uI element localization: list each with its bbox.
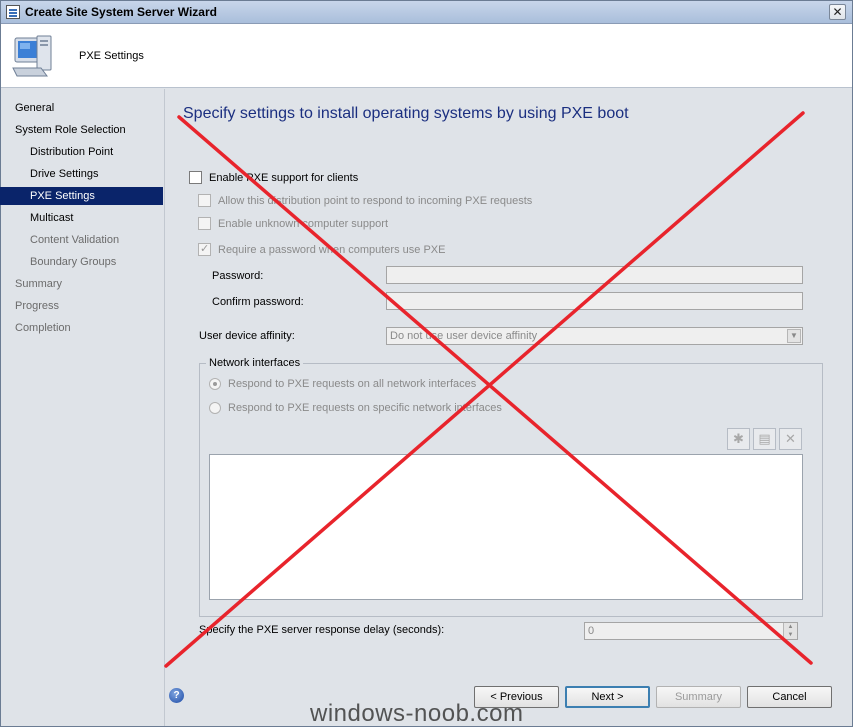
nav-item-drive-settings[interactable]: Drive Settings	[0, 165, 163, 183]
response-delay-label: Specify the PXE server response delay (s…	[199, 624, 445, 636]
properties-icon: ▤	[758, 431, 771, 446]
require-password-label: Require a password when computers use PX…	[218, 244, 446, 256]
user-device-affinity-select[interactable]: Do not use user device affinity ▼	[386, 327, 803, 345]
nav-item-general[interactable]: General	[0, 99, 163, 117]
user-device-affinity-value: Do not use user device affinity	[390, 330, 538, 342]
unknown-computer-label: Enable unknown computer support	[218, 218, 388, 230]
page-heading: Specify settings to install operating sy…	[183, 105, 629, 122]
network-interfaces-list[interactable]	[209, 454, 803, 600]
response-delay-value: 0	[588, 625, 595, 637]
respond-specific-interfaces-label: Respond to PXE requests on specific netw…	[228, 402, 502, 414]
nav-item-system-role-selection[interactable]: System Role Selection	[0, 121, 163, 139]
respond-all-interfaces-radio[interactable]	[209, 378, 221, 390]
chevron-down-icon[interactable]: ▼	[787, 329, 801, 343]
enable-pxe-label[interactable]: Enable PXE support for clients	[209, 172, 358, 184]
star-icon: ✱	[733, 431, 744, 446]
next-button[interactable]: Next >	[565, 686, 650, 708]
spin-up-icon[interactable]: ▲	[783, 623, 797, 631]
wizard-window-icon	[6, 5, 20, 19]
wizard-header: PXE Settings	[1, 24, 852, 88]
wizard-step-nav	[1, 89, 165, 726]
window-title: Create Site System Server Wizard	[25, 5, 217, 19]
enable-pxe-checkbox[interactable]	[189, 171, 202, 184]
password-label: Password:	[212, 270, 264, 282]
nav-item-boundary-groups[interactable]: Boundary Groups	[0, 253, 163, 271]
nav-item-multicast[interactable]: Multicast	[0, 209, 163, 227]
delete-icon: ✕	[785, 431, 796, 446]
new-interface-button[interactable]: ✱	[727, 428, 750, 450]
computer-icon	[12, 35, 52, 77]
header-title: PXE Settings	[79, 50, 144, 62]
respond-specific-interfaces-radio[interactable]	[209, 402, 221, 414]
nav-item-pxe-settings[interactable]: PXE Settings	[0, 187, 163, 205]
interface-properties-button[interactable]: ▤	[753, 428, 776, 450]
respond-all-interfaces-label: Respond to PXE requests on all network i…	[228, 378, 477, 390]
confirm-password-label: Confirm password:	[212, 296, 304, 308]
nav-item-completion[interactable]: Completion	[0, 319, 163, 337]
password-input[interactable]	[386, 266, 803, 284]
nav-item-progress[interactable]: Progress	[0, 297, 163, 315]
close-button[interactable]: ✕	[829, 4, 846, 20]
unknown-computer-checkbox[interactable]	[198, 217, 211, 230]
cancel-button[interactable]: Cancel	[747, 686, 832, 708]
spin-down-icon[interactable]: ▼	[783, 631, 797, 639]
response-delay-spinner[interactable]: 0 ▲ ▼	[584, 622, 798, 640]
allow-respond-label: Allow this distribution point to respond…	[218, 195, 533, 207]
help-icon[interactable]: ?	[169, 688, 184, 703]
nav-item-summary[interactable]: Summary	[0, 275, 163, 293]
summary-button[interactable]: Summary	[656, 686, 741, 708]
site-watermark: windows-noob.com	[310, 700, 524, 727]
delete-interface-button[interactable]: ✕	[779, 428, 802, 450]
title-bar[interactable]: Create Site System Server Wizard ✕	[1, 1, 852, 24]
confirm-password-input[interactable]	[386, 292, 803, 310]
allow-respond-checkbox[interactable]	[198, 194, 211, 207]
nav-item-distribution-point[interactable]: Distribution Point	[0, 143, 163, 161]
nav-item-content-validation[interactable]: Content Validation	[0, 231, 163, 249]
user-device-affinity-label: User device affinity:	[199, 330, 295, 342]
require-password-checkbox[interactable]	[198, 242, 211, 256]
network-interfaces-legend: Network interfaces	[206, 357, 304, 369]
